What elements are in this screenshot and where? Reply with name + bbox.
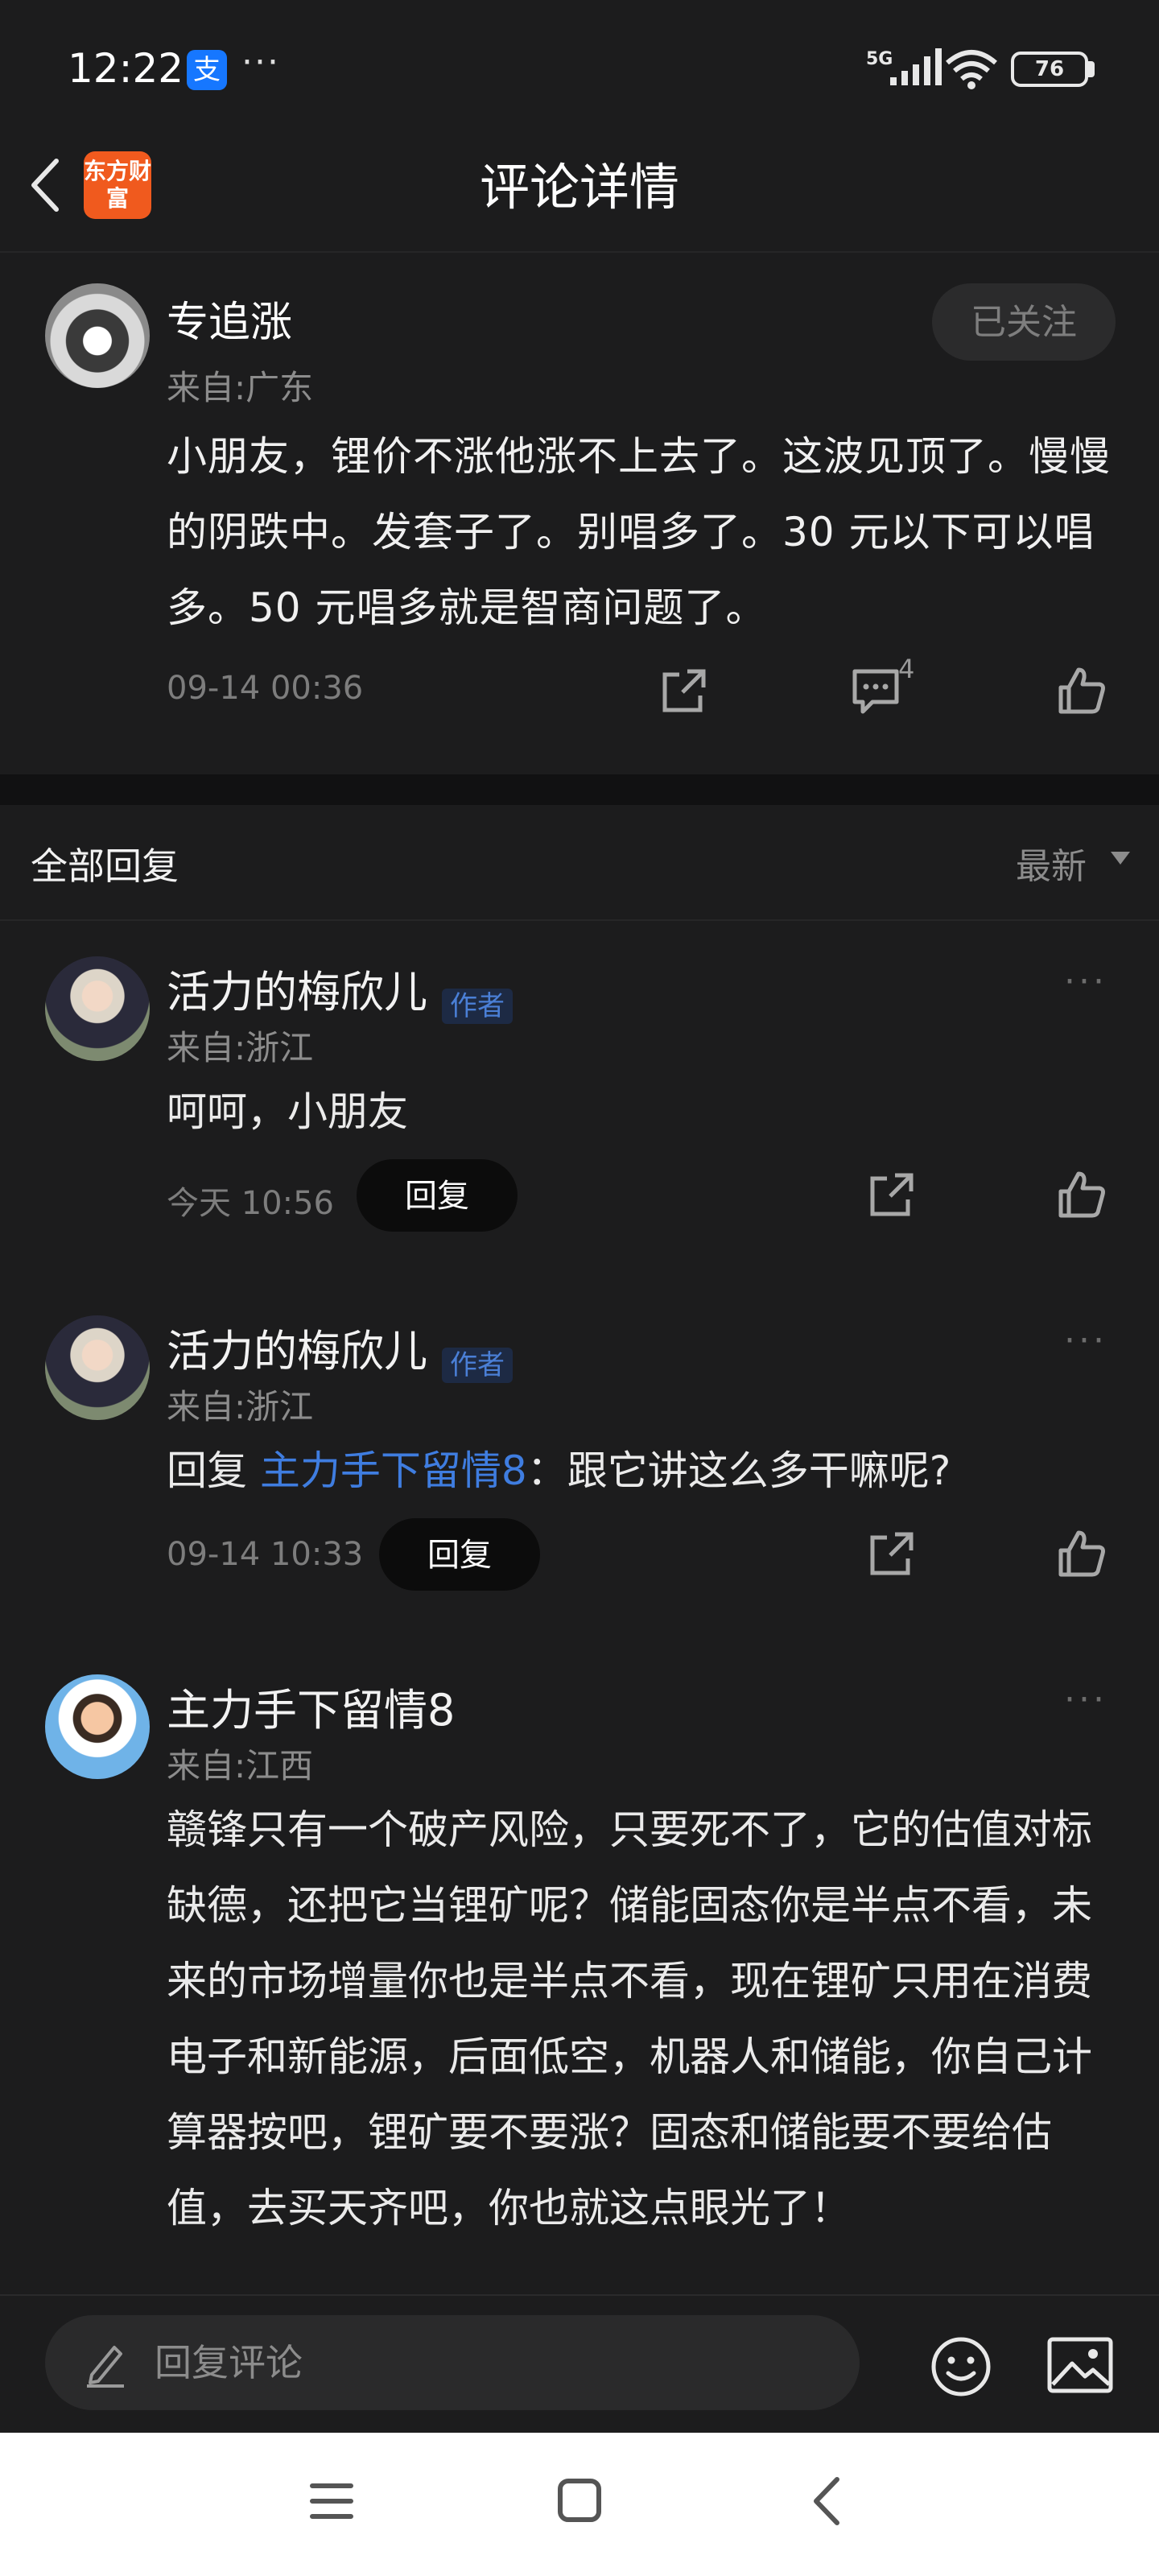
reply-content: 回复 主力手下留情8：跟它讲这么多干嘛呢? (167, 1433, 1124, 1509)
reply-author-avatar[interactable] (45, 1674, 150, 1779)
home-icon[interactable] (555, 2476, 604, 2524)
status-time: 12:22 (68, 45, 184, 92)
all-replies-label: 全部回复 (31, 844, 179, 888)
reply-author-name[interactable]: 主力手下留情8 (167, 1685, 455, 1736)
reply-time: 今天 10:56 (167, 1185, 334, 1222)
post-author-name[interactable]: 专追涨 (167, 288, 292, 349)
more-options-icon[interactable]: ··· (1064, 1320, 1107, 1361)
recent-apps-icon[interactable] (307, 2473, 356, 2529)
section-divider (0, 774, 1159, 805)
header-divider (0, 251, 1159, 253)
reply-text: ：跟它讲这么多干嘛呢? (526, 1447, 951, 1494)
sort-dropdown[interactable]: 最新 (1016, 837, 1087, 889)
mention-link[interactable]: 主力手下留情8 (260, 1447, 527, 1494)
reply-time: 09-14 10:33 (167, 1536, 364, 1573)
post-author-avatar[interactable] (45, 283, 150, 388)
post-time: 09-14 00:36 (167, 670, 364, 707)
page-title: 评论详情 (479, 158, 679, 217)
reply-author-region: 来自:江西 (167, 1746, 314, 1785)
reply-author-avatar[interactable] (45, 1315, 150, 1420)
wifi-icon (946, 50, 997, 89)
nav-back-icon[interactable] (806, 2475, 847, 2528)
caret-down-icon[interactable] (1111, 852, 1130, 865)
reply-author-name[interactable]: 活力的梅欣儿 (167, 1326, 427, 1377)
thumbs-up-icon[interactable] (1056, 1169, 1107, 1220)
post-content: 小朋友，锂价不涨他涨不上去了。这波见顶了。慢慢的阴跌中。发套子了。别唱多了。30… (167, 433, 1111, 631)
battery-icon: 76 (1011, 52, 1088, 87)
reply-author-avatar[interactable] (45, 956, 150, 1061)
author-badge: 作者 (442, 989, 513, 1024)
reply-header: 主力手下留情8 (167, 1674, 455, 1738)
author-badge: 作者 (442, 1348, 513, 1383)
reply-button[interactable]: 回复 (379, 1518, 540, 1591)
follow-button[interactable]: 已关注 (932, 283, 1116, 361)
reply-header: 活力的梅欣儿 作者 (167, 956, 513, 1024)
reply-author-region: 来自:浙江 (167, 1387, 314, 1426)
network-label: 5G (866, 49, 893, 69)
reply-comment-input[interactable] (45, 2315, 860, 2410)
more-options-icon[interactable]: ··· (1064, 961, 1107, 1002)
reply-content: 呵呵，小朋友 (167, 1088, 408, 1135)
pencil-icon (87, 2346, 124, 2388)
thumbs-up-icon[interactable] (1056, 1528, 1107, 1579)
alipay-notification-icon: 支 (187, 50, 227, 90)
image-icon[interactable] (1046, 2334, 1114, 2396)
reply-content: 赣锋只有一个破产风险，只要死不了，它的估值对标缺德，还把它当锂矿呢？储能固态你是… (167, 1806, 1092, 2231)
battery-tip (1088, 61, 1095, 77)
share-icon[interactable] (658, 665, 710, 716)
reply-author-name[interactable]: 活力的梅欣儿 (167, 967, 427, 1018)
share-icon[interactable] (866, 1169, 918, 1220)
reply-button[interactable]: 回复 (357, 1159, 518, 1232)
comment-icon[interactable] (850, 665, 901, 716)
more-options-icon[interactable]: ··· (1064, 1679, 1107, 1720)
reply-prefix: 回复 (167, 1447, 260, 1494)
thumbs-up-icon[interactable] (1056, 665, 1107, 716)
replies-divider (0, 919, 1159, 921)
share-icon[interactable] (866, 1528, 918, 1579)
reply-author-region: 来自:浙江 (167, 1028, 314, 1067)
reply-header: 活力的梅欣儿 作者 (167, 1315, 513, 1383)
more-notifications-icon: ··· (241, 42, 280, 83)
emoji-icon[interactable] (929, 2334, 993, 2399)
comment-count: 4 (898, 654, 915, 684)
post-author-region: 来自:广东 (167, 368, 314, 407)
